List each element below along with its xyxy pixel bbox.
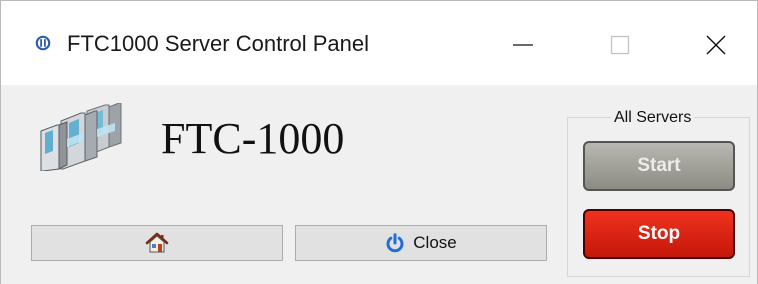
maximize-icon [610, 35, 630, 55]
turnstile-gates-image [40, 103, 122, 171]
minimize-icon [513, 44, 533, 46]
home-button[interactable] [31, 225, 283, 261]
title-bar[interactable]: FTC1000 Server Control Panel [1, 1, 757, 85]
window-title: FTC1000 Server Control Panel [67, 31, 370, 56]
close-window-button[interactable] [681, 25, 751, 65]
start-button-label: Start [637, 155, 681, 176]
app-logo-icon [35, 35, 51, 51]
minimize-button[interactable] [488, 25, 558, 65]
close-icon [706, 35, 726, 55]
stop-button[interactable]: Stop [583, 209, 735, 259]
maximize-button[interactable] [585, 25, 655, 65]
app-window: FTC1000 Server Control Panel FTC-1000 Cl… [0, 0, 758, 284]
close-button[interactable]: Close [295, 225, 547, 261]
product-name: FTC-1000 [161, 114, 345, 163]
all-servers-label: All Servers [611, 109, 695, 127]
start-button[interactable]: Start [583, 141, 735, 191]
home-icon [145, 232, 169, 253]
power-icon [386, 233, 404, 253]
close-button-label: Close [413, 233, 457, 252]
client-area: FTC-1000 Close All Servers Start Stop [1, 85, 757, 284]
stop-button-label: Stop [637, 223, 681, 244]
